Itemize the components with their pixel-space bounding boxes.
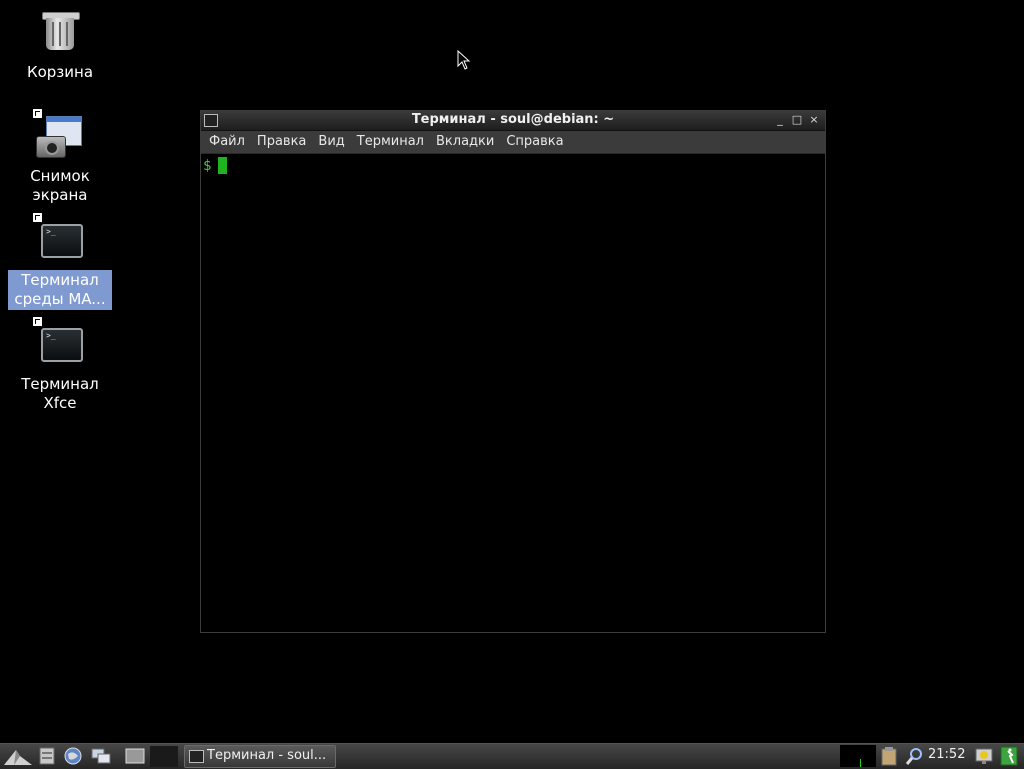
desktop-icon-label: Снимок экрана [30,167,90,204]
maximize-button[interactable]: □ [790,113,804,127]
window-titlebar[interactable]: Терминал - soul@debian: ~ _ □ × [201,111,825,131]
terminal-output[interactable]: $ [201,154,825,633]
shell-prompt: $ [203,157,212,174]
desktop-icon-label: Терминал Xfce [21,375,99,412]
terminal-window-icon [189,750,204,763]
shortcut-arrow-icon [32,316,43,327]
menu-view[interactable]: Вид [312,131,350,153]
shortcut-arrow-icon [32,212,43,223]
terminal-window[interactable]: Терминал - soul@debian: ~ _ □ × Файл Пра… [200,110,826,633]
search-icon[interactable] [904,746,926,766]
taskbar-task-label: Терминал - soul... [207,748,327,763]
clipboard-icon[interactable] [878,746,900,766]
text-cursor [218,157,228,174]
desktop-icon-xfce-terminal[interactable]: >_ Терминал Xfce [8,316,112,414]
trash-icon [36,10,84,58]
workspace-switcher[interactable] [150,746,178,767]
file-manager-icon[interactable] [36,746,58,766]
logout-icon[interactable] [998,746,1020,766]
menu-bar: Файл Правка Вид Терминал Вкладки Справка [201,131,825,154]
clock[interactable]: 21:52 [928,747,965,762]
taskbar: Терминал - soul... 21:52 [0,743,1024,769]
desktop-icon-trash[interactable]: Корзина [8,10,112,83]
screenshot-icon [32,108,84,162]
show-desktop-icon[interactable] [124,746,146,766]
terminal-icon: >_ [32,316,84,370]
app-menu-icon[interactable] [2,746,34,767]
menu-terminal[interactable]: Терминал [351,131,430,153]
close-button[interactable]: × [807,113,821,127]
window-title: Терминал - soul@debian: ~ [411,112,615,127]
desktop-icon-label: Терминал среды MA... [8,270,112,310]
desktop-icon-mate-terminal[interactable]: >_ Терминал среды MA... [8,212,112,310]
desktop-icon-screenshot[interactable]: Снимок экрана [8,108,112,206]
mouse-pointer-icon [457,50,471,70]
desktop-icon-label: Корзина [26,63,94,81]
taskbar-terminal-task[interactable]: Терминал - soul... [184,745,336,768]
menu-tabs[interactable]: Вкладки [430,131,500,153]
minimize-button[interactable]: _ [773,113,787,127]
terminal-icon: >_ [32,212,84,266]
menu-help[interactable]: Справка [500,131,569,153]
windows-list-icon[interactable] [90,746,112,766]
shortcut-arrow-icon [32,108,43,119]
menu-file[interactable]: Файл [203,131,251,153]
menu-edit[interactable]: Правка [251,131,312,153]
network-warning-icon[interactable] [973,746,995,766]
web-browser-icon[interactable] [62,746,84,766]
cpu-monitor-graph[interactable] [840,745,876,767]
